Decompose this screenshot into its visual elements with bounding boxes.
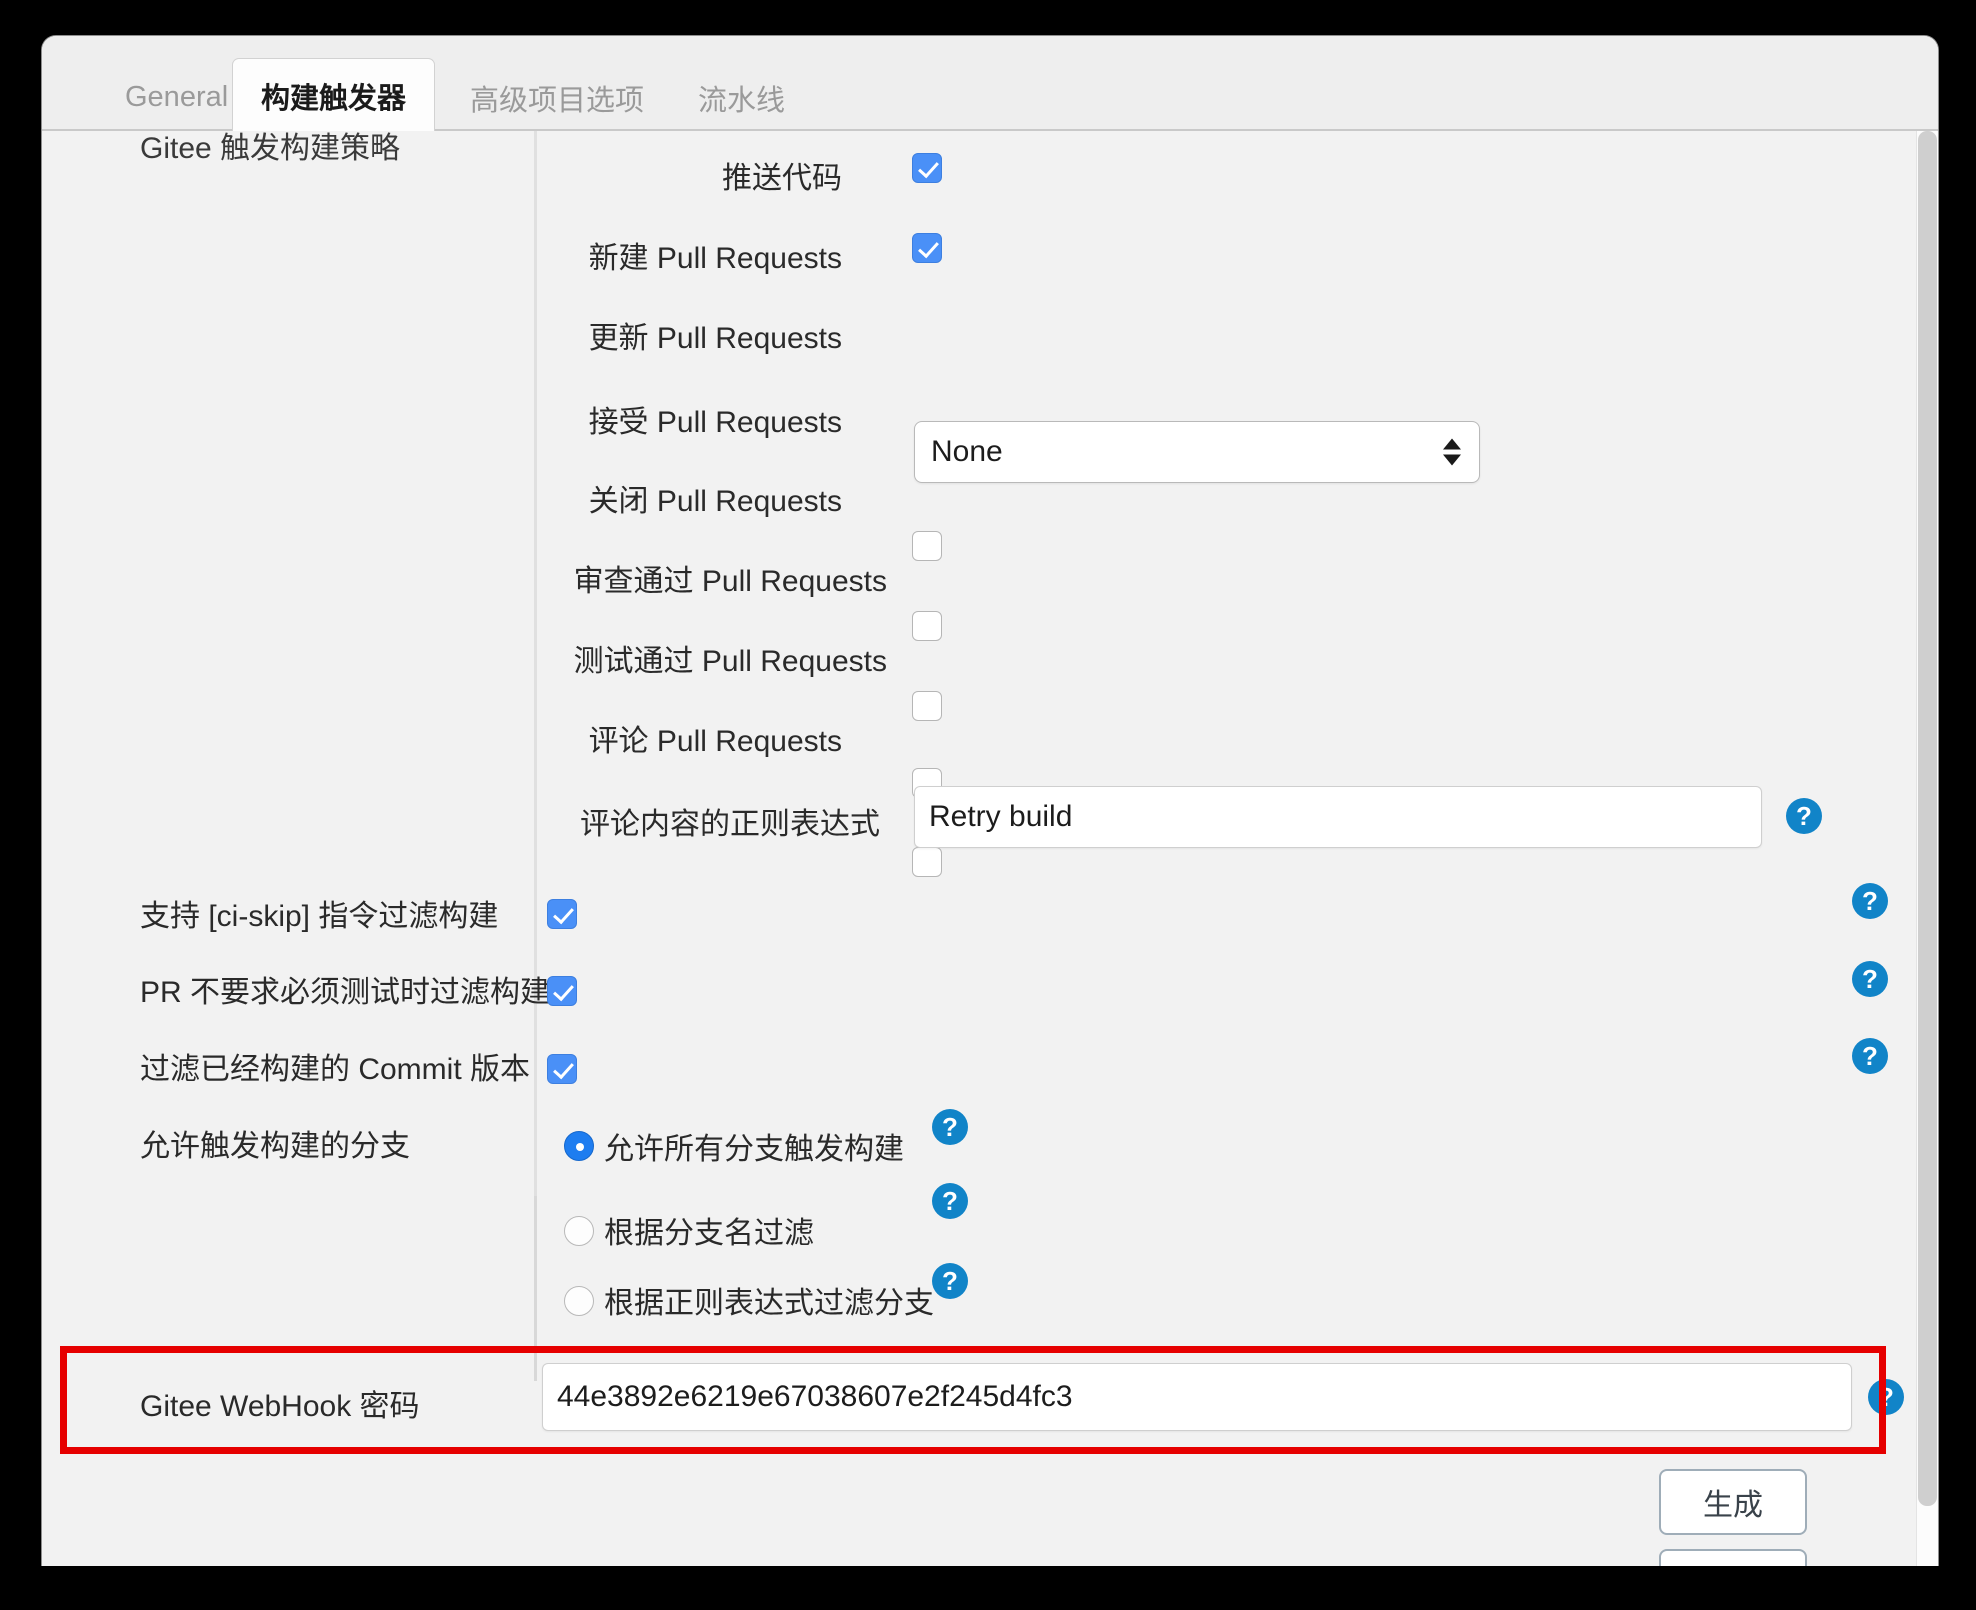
generate-button-label: 生成: [1703, 1489, 1763, 1522]
input-gitee-webhook-password[interactable]: 44e3892e6219e67038607e2f245d4fc3: [542, 1363, 1852, 1431]
tab-advanced-project-options[interactable]: 高级项目选项: [442, 64, 672, 131]
checkbox-filter-built-commit[interactable]: [547, 1054, 577, 1084]
label-comment-regex: 评论内容的正则表达式: [580, 808, 880, 841]
checkbox-pr-no-test-filter[interactable]: [547, 976, 577, 1006]
settings-window: General 构建触发器 高级项目选项 流水线 Gitee 触发构建策略 推送…: [42, 36, 1938, 1610]
vertical-scrollbar-track[interactable]: [1916, 131, 1938, 1610]
label-allow-all-branches: 允许所有分支触发构建: [604, 1133, 904, 1166]
input-comment-regex[interactable]: Retry build: [914, 786, 1762, 848]
tab-pipeline-label: 流水线: [698, 84, 786, 117]
label-test-passed-pull-requests: 测试通过 Pull Requests: [573, 645, 887, 678]
label-filter-built-commit: 过滤已经构建的 Commit 版本: [140, 1053, 530, 1086]
checkbox-ci-skip-filter[interactable]: [547, 899, 577, 929]
desktop-background-strip: [0, 1566, 1976, 1610]
panel-divider-lower: [534, 1196, 537, 1381]
help-icon-ci-skip-filter[interactable]: ?: [1852, 883, 1888, 919]
tab-advanced-label: 高级项目选项: [470, 84, 645, 117]
label-review-passed-pull-requests: 审查通过 Pull Requests: [573, 565, 887, 598]
input-comment-regex-value: Retry build: [929, 800, 1073, 833]
radio-filter-by-regex[interactable]: [564, 1286, 594, 1316]
help-icon-filter-by-branch-name[interactable]: ?: [932, 1183, 968, 1219]
label-close-pull-requests: 关闭 Pull Requests: [588, 485, 842, 518]
label-pr-no-test-filter: PR 不要求必须测试时过滤构建: [140, 976, 551, 1009]
label-filter-by-regex: 根据正则表达式过滤分支: [604, 1287, 934, 1320]
panel-divider: [534, 131, 537, 1321]
label-update-pull-requests: 更新 Pull Requests: [588, 322, 842, 355]
gitee-trigger-policy-header: Gitee 触发构建策略: [140, 132, 401, 165]
label-ci-skip-filter: 支持 [ci-skip] 指令过滤构建: [140, 900, 499, 933]
checkbox-review-passed-pull-requests[interactable]: [912, 691, 942, 721]
label-allowed-branches: 允许触发构建的分支: [140, 1130, 410, 1163]
radio-allow-all-branches[interactable]: [564, 1131, 594, 1161]
select-update-pull-requests-value: None: [931, 435, 1003, 468]
label-accept-pull-requests: 接受 Pull Requests: [588, 406, 842, 439]
checkbox-new-pull-requests[interactable]: [912, 233, 942, 263]
checkbox-push-code[interactable]: [912, 153, 942, 183]
select-update-pull-requests[interactable]: None: [914, 421, 1480, 483]
label-push-code: 推送代码: [722, 162, 842, 195]
label-new-pull-requests: 新建 Pull Requests: [588, 242, 842, 275]
tab-build-triggers-label: 构建触发器: [261, 83, 407, 115]
generate-button[interactable]: 生成: [1659, 1469, 1807, 1535]
tab-build-triggers[interactable]: 构建触发器: [232, 58, 436, 133]
help-icon-filter-by-regex[interactable]: ?: [932, 1263, 968, 1299]
checkbox-close-pull-requests[interactable]: [912, 611, 942, 641]
checkbox-accept-pull-requests[interactable]: [912, 531, 942, 561]
help-icon-pr-no-test-filter[interactable]: ?: [1852, 961, 1888, 997]
help-icon-comment-regex[interactable]: ?: [1786, 798, 1822, 834]
radio-filter-by-branch-name[interactable]: [564, 1216, 594, 1246]
tab-pipeline[interactable]: 流水线: [670, 64, 813, 131]
help-icon-filter-built-commit[interactable]: ?: [1852, 1038, 1888, 1074]
label-filter-by-branch-name: 根据分支名过滤: [604, 1217, 814, 1250]
settings-content: Gitee 触发构建策略 推送代码 新建 Pull Requests 更新 Pu…: [42, 131, 1938, 1610]
vertical-scrollbar-thumb[interactable]: [1918, 131, 1937, 1506]
chevron-updown-icon: [1443, 438, 1461, 466]
label-gitee-webhook-password: Gitee WebHook 密码: [140, 1390, 420, 1423]
label-comment-pull-requests: 评论 Pull Requests: [588, 725, 842, 758]
tab-bar: General 构建触发器 高级项目选项 流水线: [42, 36, 1938, 133]
help-icon-gitee-webhook-password[interactable]: ?: [1868, 1379, 1904, 1415]
help-icon-allow-all-branches[interactable]: ?: [932, 1109, 968, 1145]
input-gitee-webhook-password-value: 44e3892e6219e67038607e2f245d4fc3: [557, 1380, 1073, 1413]
tab-general-label: General: [125, 81, 229, 113]
checkbox-comment-pull-requests[interactable]: [912, 847, 942, 877]
